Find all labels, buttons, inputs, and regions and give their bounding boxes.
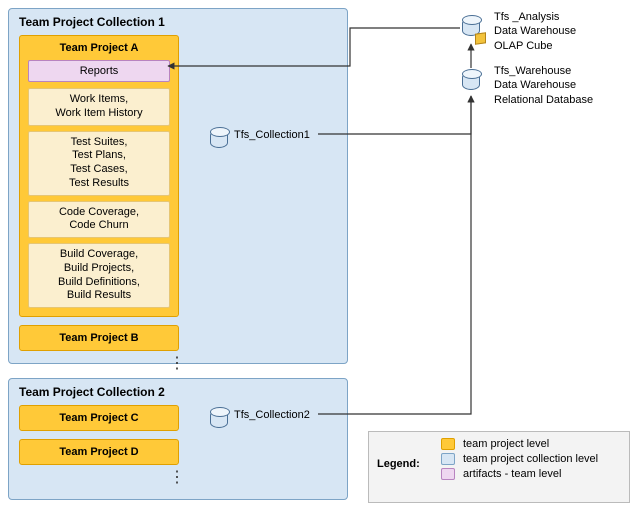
legend-title: Legend: [377, 458, 420, 470]
team-project-d: Team Project D [19, 439, 179, 465]
legend-label-collection: team project collection level [463, 453, 598, 465]
analysis-line2: Data Warehouse [494, 25, 576, 37]
tfs-collection2-db-icon [210, 410, 228, 432]
swatch-purple-icon [441, 468, 455, 480]
reports-artifact: Reports [28, 60, 170, 82]
code-box: Code Coverage,Code Churn [28, 201, 170, 239]
tfs-analysis-label: Tfs _Analysis Data Warehouse OLAP Cube [494, 10, 576, 53]
legend-label-artifact: artifacts - team level [463, 468, 561, 480]
build-box: Build Coverage,Build Projects,Build Defi… [28, 243, 170, 308]
collection-1-title: Team Project Collection 1 [19, 15, 337, 29]
team-project-b: Team Project B [19, 325, 179, 351]
swatch-orange-icon [441, 438, 455, 450]
legend: Legend: team project level team project … [368, 431, 630, 503]
collection-2-ellipsis: ⋮ [19, 473, 337, 483]
swatch-blue-icon [441, 453, 455, 465]
team-project-a: Team Project A Reports Work Items,Work I… [19, 35, 179, 317]
work-items-box: Work Items,Work Item History [28, 88, 170, 126]
warehouse-name: Tfs_Warehouse [494, 65, 571, 77]
legend-row-artifact: artifacts - team level [441, 468, 621, 480]
team-project-c: Team Project C [19, 405, 179, 431]
legend-row-collection: team project collection level [441, 453, 621, 465]
team-project-collection-2: Team Project Collection 2 Team Project C… [8, 378, 348, 500]
legend-row-project: team project level [441, 438, 621, 450]
legend-label-project: team project level [463, 438, 549, 450]
tfs-warehouse-db-icon [462, 72, 480, 94]
analysis-name: Tfs _Analysis [494, 11, 559, 23]
collection-2-title: Team Project Collection 2 [19, 385, 337, 399]
team-project-collection-1: Team Project Collection 1 Team Project A… [8, 8, 348, 364]
collection-1-ellipsis: ⋮ [19, 359, 337, 369]
tfs-analysis-db-icon [462, 18, 480, 40]
project-a-title: Team Project A [28, 42, 170, 54]
tfs-collection1-db-label: Tfs_Collection1 [234, 128, 310, 142]
analysis-line3: OLAP Cube [494, 40, 553, 52]
tfs-collection2-db-label: Tfs_Collection2 [234, 408, 310, 422]
warehouse-line2: Data Warehouse [494, 79, 576, 91]
tfs-warehouse-label: Tfs_Warehouse Data Warehouse Relational … [494, 64, 593, 107]
test-box: Test Suites,Test Plans,Test Cases,Test R… [28, 131, 170, 196]
tfs-collection1-db-icon [210, 130, 228, 152]
warehouse-line3: Relational Database [494, 94, 593, 106]
